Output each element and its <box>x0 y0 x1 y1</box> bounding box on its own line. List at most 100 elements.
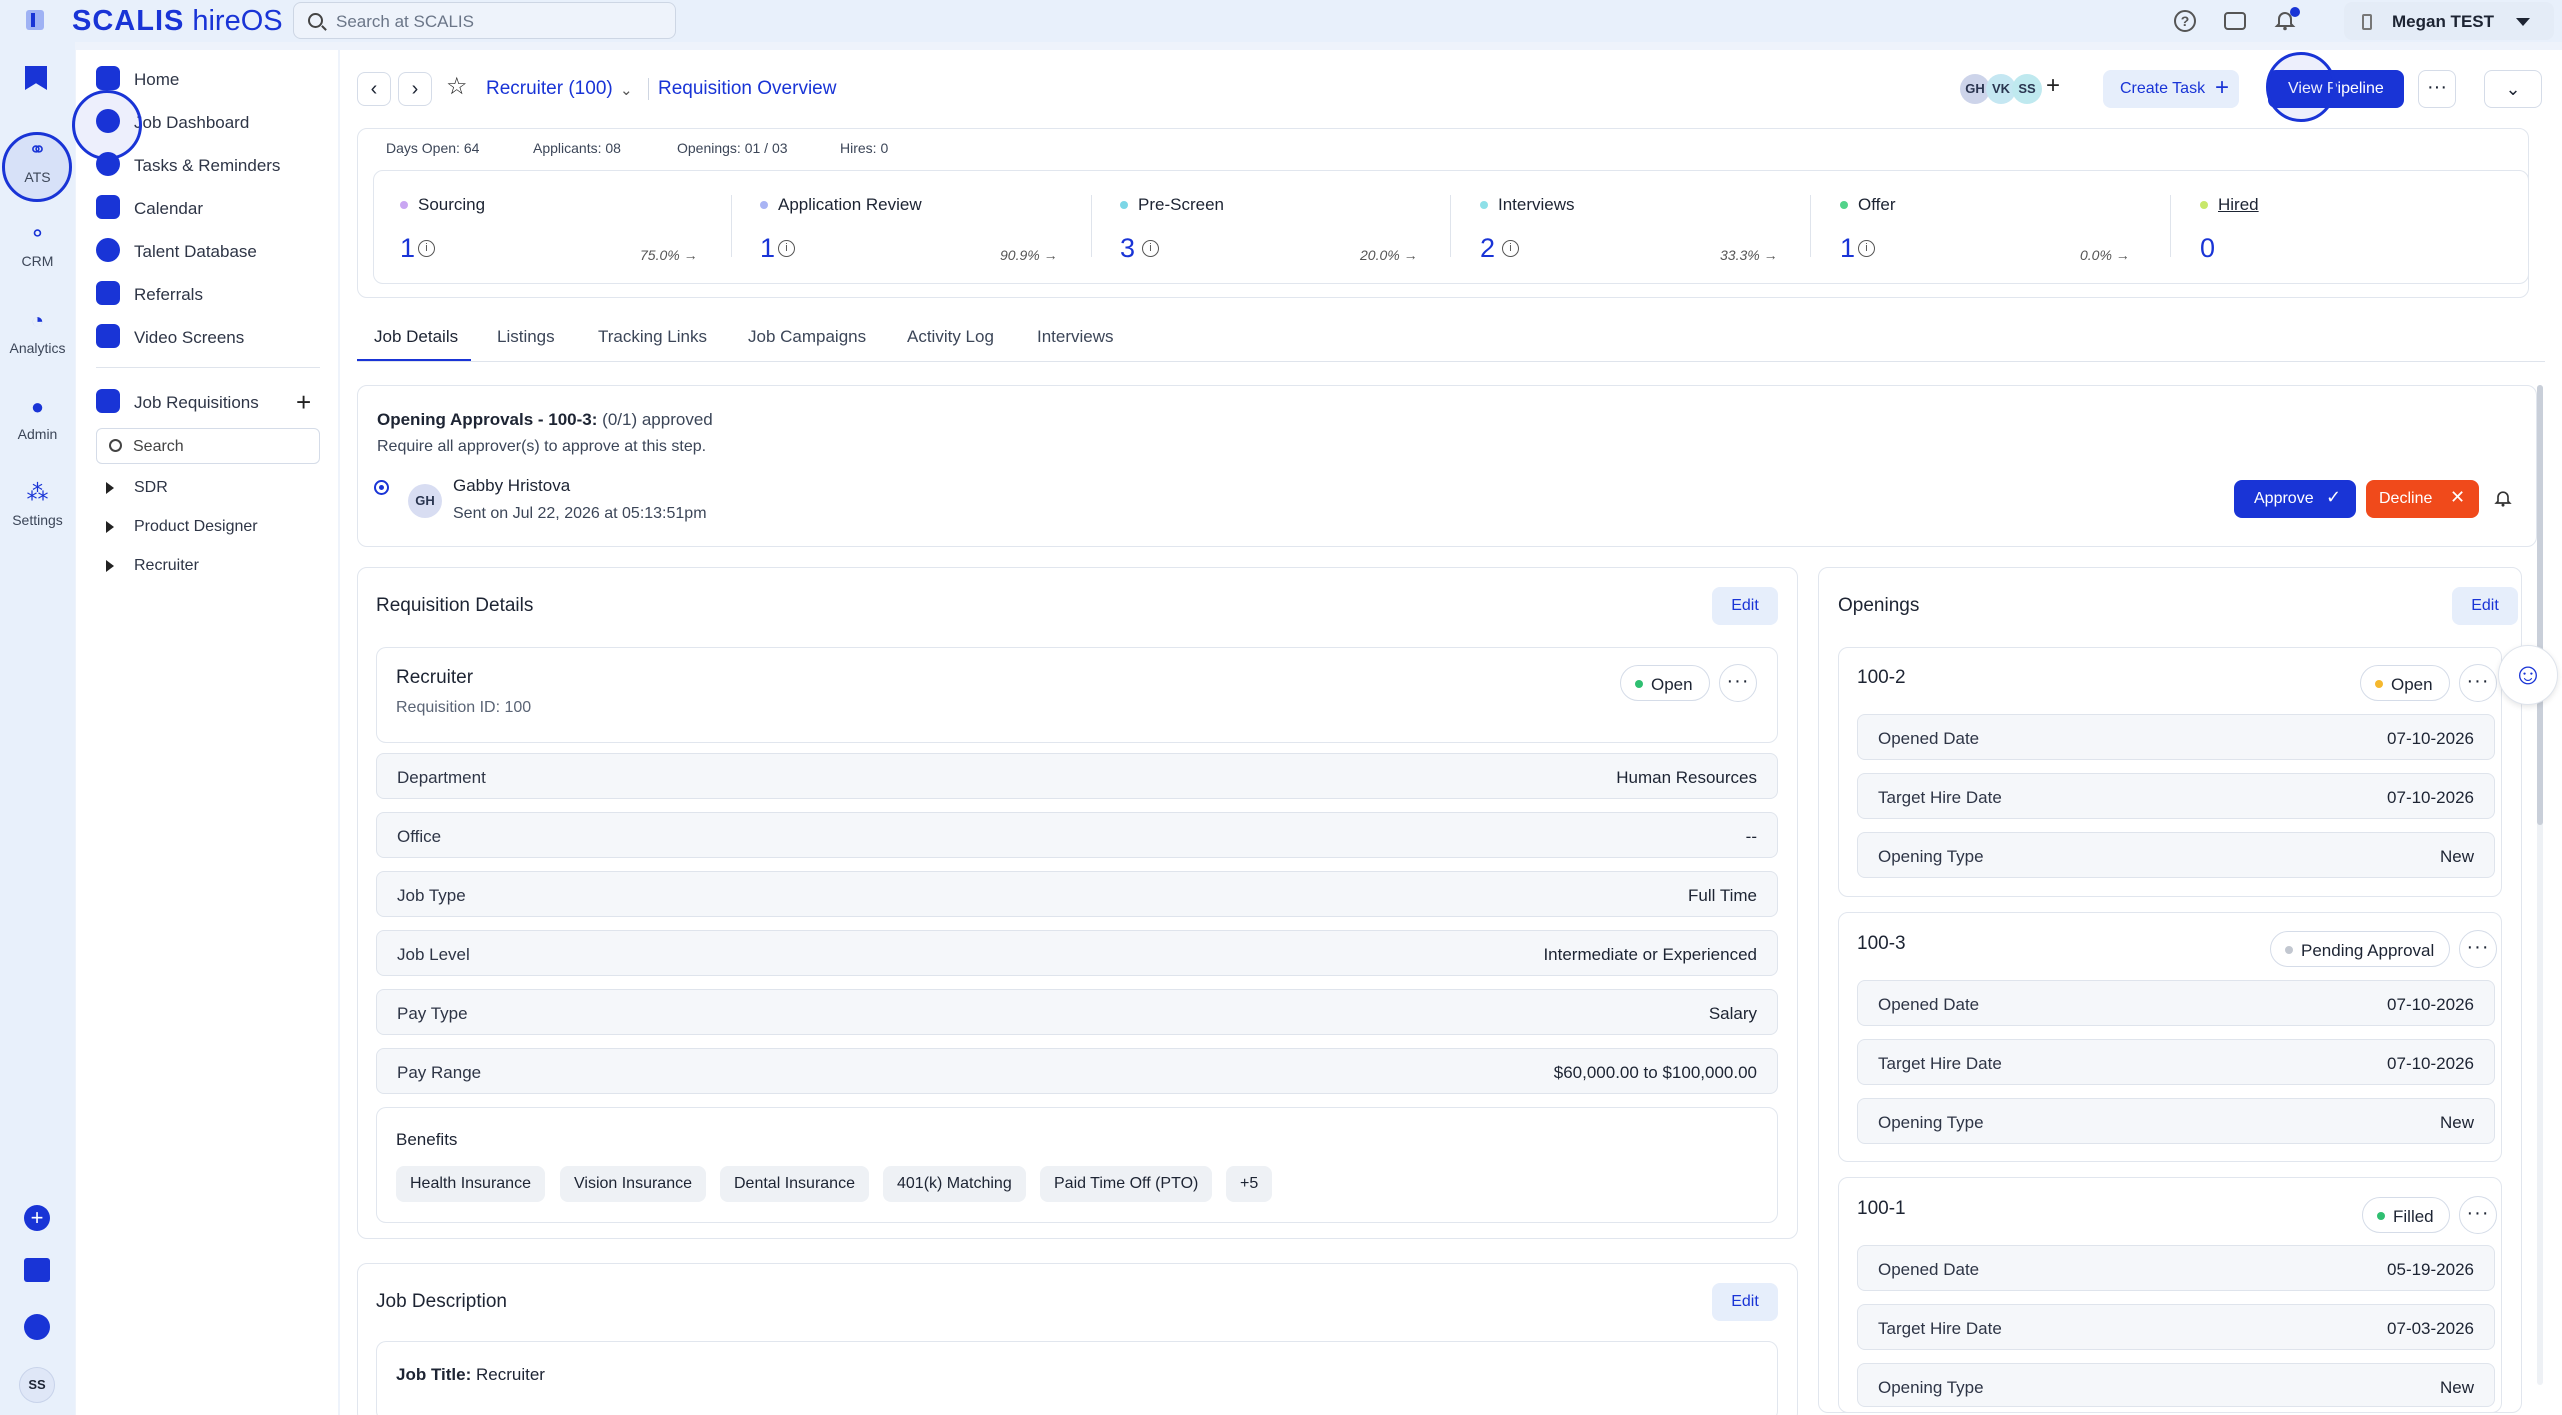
nav-job-dashboard-label: Job Dashboard <box>134 113 250 132</box>
caret-right-icon <box>106 521 114 533</box>
job-title-dropdown[interactable]: Recruiter (100) <box>486 78 613 100</box>
user-menu[interactable]: Megan TEST <box>2344 2 2554 40</box>
info-icon[interactable]: i <box>1142 240 1159 257</box>
info-icon[interactable]: i <box>1858 240 1875 257</box>
support-icon[interactable] <box>24 1314 50 1340</box>
rail-admin-label: Admin <box>17 426 58 442</box>
rail-ats[interactable]: ⚭ ATS <box>0 137 75 185</box>
assistant-bot-icon[interactable]: ☺ <box>2498 645 2558 705</box>
rail-analytics[interactable]: ◔ Analytics <box>0 308 75 356</box>
scrollbar-track[interactable] <box>2537 385 2543 1385</box>
tab-activity-log[interactable]: Activity Log <box>907 327 994 347</box>
rail-admin[interactable]: ● Admin <box>0 394 75 442</box>
opening-type: Opening Type New <box>1857 1363 2495 1407</box>
tab-job-details[interactable]: Job Details <box>374 327 458 347</box>
briefcase-icon[interactable] <box>24 1258 50 1282</box>
global-search-input[interactable]: Search at SCALIS <box>293 2 676 39</box>
opening-target-date: Target Hire Date 07-03-2026 <box>1857 1304 2495 1350</box>
tab-job-campaigns[interactable]: Job Campaigns <box>748 327 866 347</box>
field-label: Opened Date <box>1878 1260 1980 1279</box>
add-icon[interactable]: + <box>24 1205 50 1231</box>
create-task-button[interactable]: Create Task + <box>2103 70 2239 108</box>
requisition-status-badge[interactable]: Open <box>1620 665 1710 701</box>
settings-icon: ⁂ <box>26 480 49 505</box>
stat-applicants: Applicants: 08 <box>533 140 621 156</box>
more-benefits-chip[interactable]: +5 <box>1226 1166 1273 1202</box>
opening-more-button[interactable]: ··· <box>2459 1196 2497 1234</box>
approve-button[interactable]: Approve ✓ <box>2234 480 2356 518</box>
bookmark-icon[interactable] <box>25 66 47 90</box>
requisition-more-button[interactable]: ··· <box>1719 664 1757 702</box>
user-avatar[interactable]: SS <box>19 1367 55 1403</box>
help-icon[interactable]: ? <box>2172 8 2198 34</box>
edit-description-button[interactable]: Edit <box>1712 1283 1778 1321</box>
top-bar: SCALIS hireOS Search at SCALIS ? Megan TE… <box>0 0 2562 42</box>
info-icon[interactable]: i <box>418 240 435 257</box>
opening-target-date: Target Hire Date 07-10-2026 <box>1857 1039 2495 1085</box>
stage-interviews[interactable]: Interviews 2 i 33.3% → <box>1480 195 1830 265</box>
openings-heading: Openings <box>1838 595 1920 616</box>
stage-pre-screen[interactable]: Pre-Screen 3 i 20.0% → <box>1120 195 1470 265</box>
rail-settings[interactable]: ⁂ Settings <box>0 480 75 528</box>
stage-count: 1 <box>760 233 776 263</box>
field-label: Target Hire Date <box>1878 788 2002 807</box>
stage-divider <box>1091 195 1092 257</box>
sidebar-toggle-icon[interactable] <box>26 10 44 30</box>
field-label: Opened Date <box>1878 995 1980 1014</box>
approvals-subtitle: Require all approver(s) to approve at th… <box>377 438 707 455</box>
approvals-title-text: Opening Approvals - 100-3: <box>377 410 598 429</box>
remind-bell-icon[interactable] <box>2493 487 2513 514</box>
app-logo[interactable]: SCALIS hireOS <box>72 5 283 38</box>
info-icon[interactable]: i <box>1502 240 1519 257</box>
status-dot <box>2377 1212 2385 1220</box>
more-options-button[interactable]: ··· <box>2418 70 2456 108</box>
info-icon[interactable]: i <box>778 240 795 257</box>
field-label: Opening Type <box>1878 1113 1984 1132</box>
decline-button[interactable]: Decline ✕ <box>2366 480 2479 518</box>
field-label: Pay Type <box>397 1004 468 1023</box>
stage-sourcing[interactable]: Sourcing 1 i 75.0% → <box>400 195 750 265</box>
status-dot <box>1635 680 1643 688</box>
tab-listings[interactable]: Listings <box>497 327 555 347</box>
stage-offer[interactable]: Offer 1 i 0.0% → <box>1840 195 2190 265</box>
stage-hired[interactable]: Hired 0 <box>2200 195 2500 265</box>
forward-button[interactable]: › <box>398 72 432 106</box>
edit-openings-button[interactable]: Edit <box>2452 587 2518 625</box>
nav-calendar-label: Calendar <box>134 199 203 218</box>
approvals-title: Opening Approvals - 100-3: (0/1) approve… <box>377 410 713 430</box>
scrollbar-thumb[interactable] <box>2537 385 2543 825</box>
add-member-icon[interactable]: + <box>2046 72 2060 100</box>
opening-status-badge[interactable]: Open <box>2360 665 2450 701</box>
back-button[interactable]: ‹ <box>357 72 391 106</box>
add-requisition-icon[interactable]: + <box>296 389 311 415</box>
field-value: New <box>2439 847 2474 866</box>
stage-application-review[interactable]: Application Review 1 i 90.9% → <box>760 195 1110 265</box>
field-value: New <box>2439 1113 2474 1132</box>
field-value: $60,000.00 to $100,000.00 <box>1553 1063 1757 1082</box>
stage-divider <box>2170 195 2171 257</box>
tabs-divider <box>357 361 2545 362</box>
tab-interviews[interactable]: Interviews <box>1037 327 1114 347</box>
collapse-header-button[interactable]: ⌄ <box>2484 70 2542 108</box>
opening-status-badge[interactable]: Pending Approval <box>2270 931 2450 967</box>
status-dot <box>2285 946 2293 954</box>
opening-more-button[interactable]: ··· <box>2459 664 2497 702</box>
stage-divider <box>1450 195 1451 257</box>
requisition-search-input[interactable]: Search <box>96 428 320 464</box>
rail-crm[interactable]: ⚬ CRM <box>0 221 75 269</box>
notification-bell-icon[interactable] <box>2272 7 2300 33</box>
opening-more-button[interactable]: ··· <box>2459 930 2497 968</box>
requisition-id: Requisition ID: 100 <box>396 699 532 716</box>
team-avatar[interactable]: SS <box>2012 74 2042 104</box>
edit-requisition-button[interactable]: Edit <box>1712 587 1778 625</box>
status-label: Open <box>1651 675 1693 694</box>
chevron-down-icon[interactable]: ⌄ <box>620 81 633 99</box>
opening-status-badge[interactable]: Filled <box>2362 1197 2450 1233</box>
star-icon[interactable]: ☆ <box>446 72 468 101</box>
approval-sent-date: Sent on Jul 22, 2026 at 05:13:51pm <box>453 505 707 522</box>
home-icon <box>96 66 120 90</box>
building-icon <box>2362 14 2372 30</box>
ats-icon: ⚭ <box>28 137 47 162</box>
chat-icon[interactable] <box>2222 8 2248 34</box>
tab-tracking-links[interactable]: Tracking Links <box>598 327 707 347</box>
